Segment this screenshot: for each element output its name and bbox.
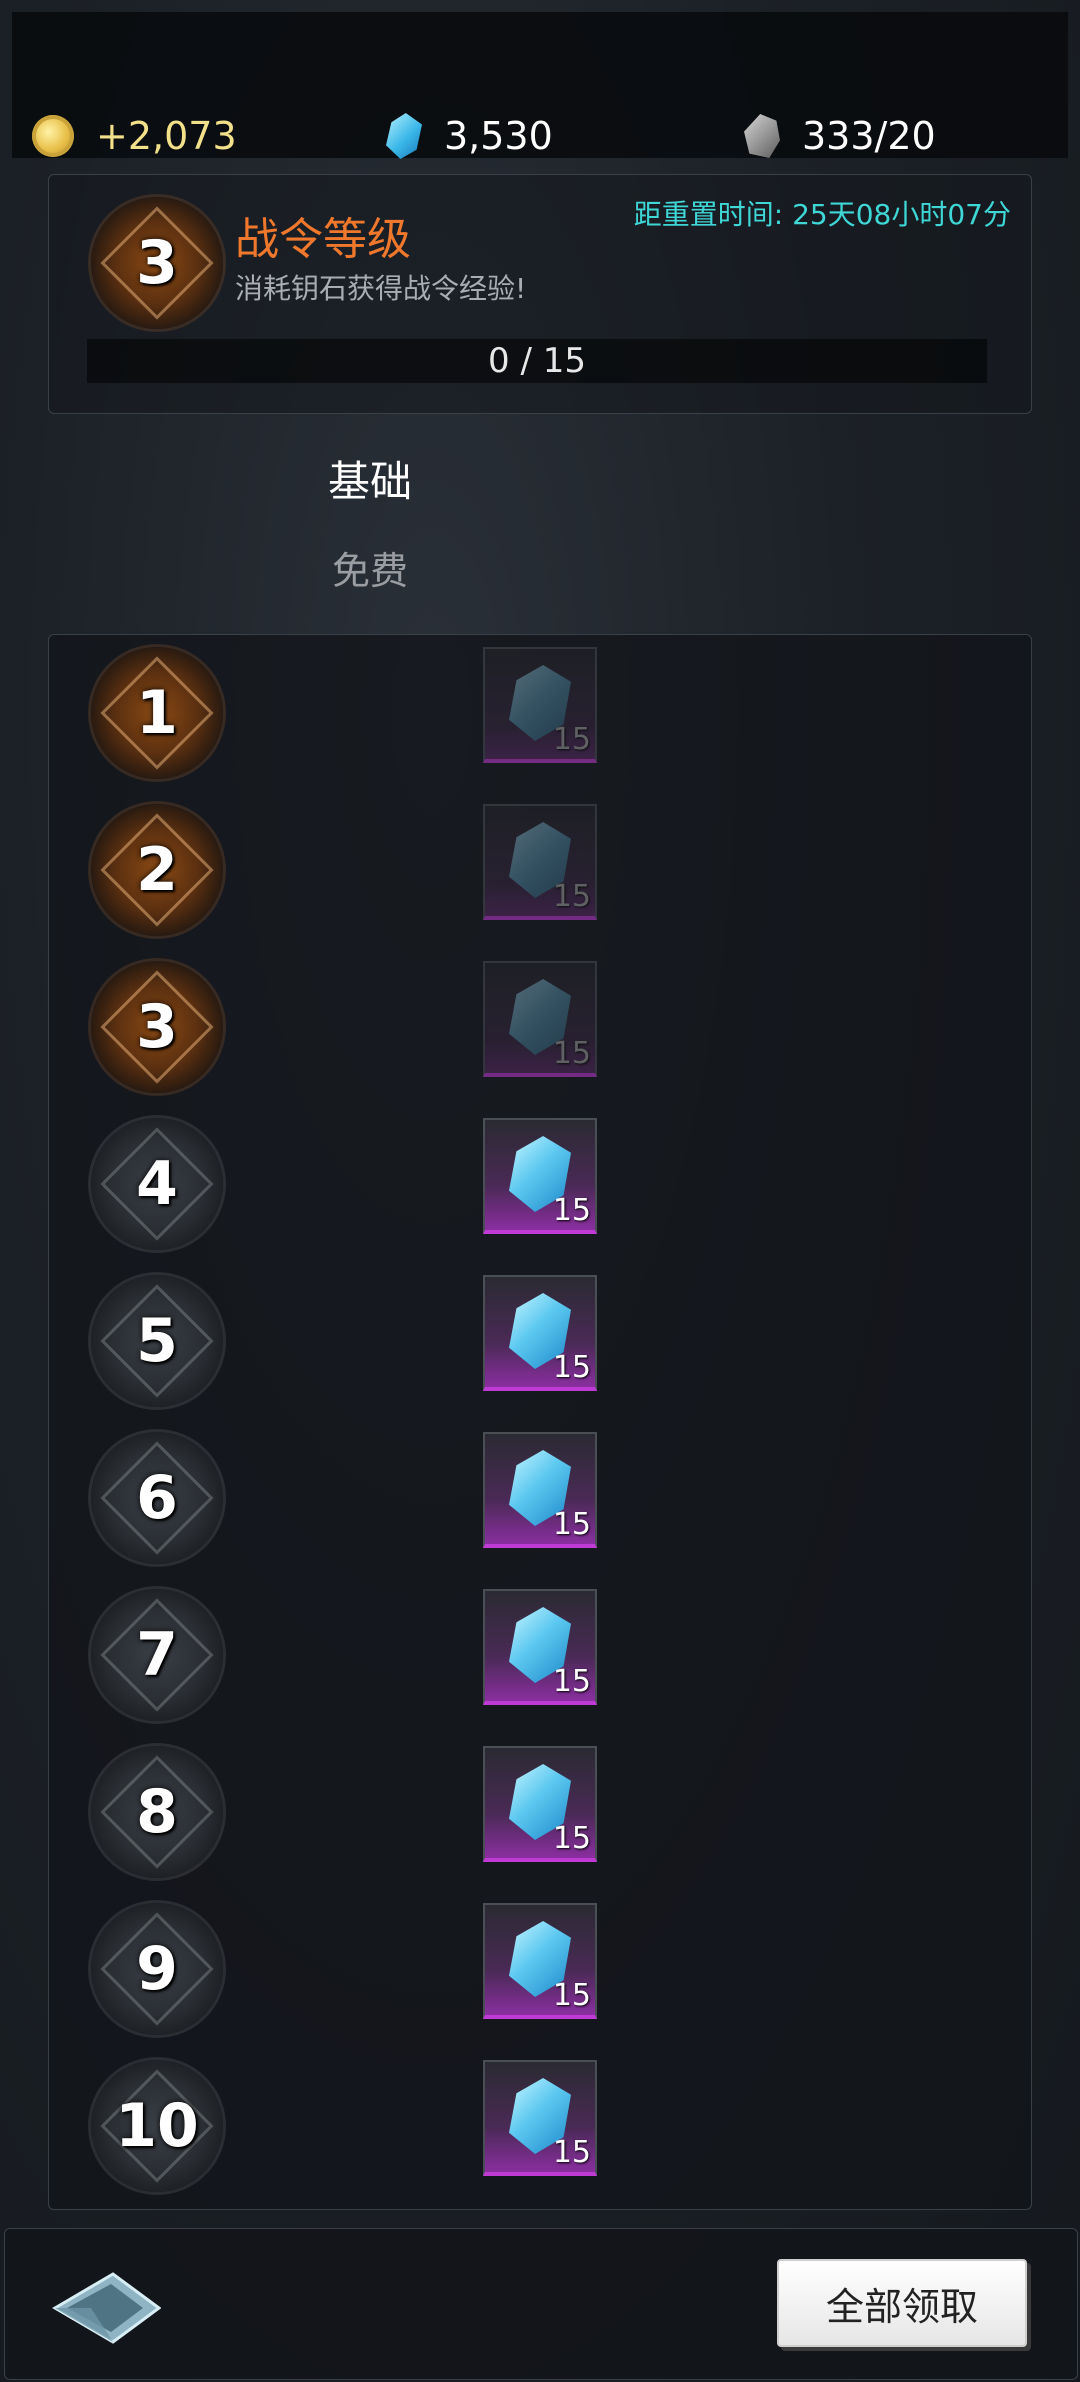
reward-row: 5 15 — [49, 1263, 1031, 1420]
reward-quantity: 15 — [552, 879, 591, 914]
level-badge: 2 — [91, 804, 223, 936]
reward-row: 1 15 — [49, 635, 1031, 792]
stone-value: 333/20 — [802, 114, 936, 158]
reward-row: 8 15 — [49, 1734, 1031, 1891]
reward-quantity: 15 — [552, 1821, 591, 1856]
level-badge: 5 — [91, 1275, 223, 1407]
reward-row: 3 15 — [49, 949, 1031, 1106]
reward-quantity: 15 — [552, 1664, 591, 1699]
level-badge: 6 — [91, 1432, 223, 1564]
reward-quantity: 15 — [552, 1193, 591, 1228]
gem-value: 3,530 — [444, 114, 553, 158]
exp-progress-text: 0 / 15 — [488, 341, 586, 381]
pass-level-panel: 3 战令等级 消耗钥石获得战令经验! 距重置时间: 25天08小时07分 0 /… — [48, 174, 1032, 414]
reward-quantity: 15 — [552, 1978, 591, 2013]
reward-row: 4 15 — [49, 1106, 1031, 1263]
gold-value: +2,073 — [96, 114, 237, 158]
level-badge: 10 — [91, 2060, 223, 2192]
reward-slot[interactable]: 15 — [483, 1118, 597, 1234]
current-level-badge: 3 — [91, 197, 223, 329]
reward-slot[interactable]: 15 — [483, 804, 597, 920]
reward-list[interactable]: 1 15 2 15 3 15 4 15 5 15 6 15 7 15 8 1 5 … — [48, 634, 1032, 2210]
reward-quantity: 15 — [552, 1350, 591, 1385]
level-badge: 7 — [91, 1589, 223, 1721]
level-badge: 4 — [91, 1118, 223, 1250]
reward-slot[interactable]: 15 — [483, 961, 597, 1077]
pass-level-description: 消耗钥石获得战令经验! — [235, 272, 527, 305]
level-number: 9 — [136, 1934, 178, 2004]
current-level-number: 3 — [136, 228, 178, 298]
reward-row: 10 15 — [49, 2048, 1031, 2205]
reward-slot[interactable]: 15 — [483, 1432, 597, 1548]
level-number: 2 — [136, 835, 178, 905]
level-number: 7 — [136, 1620, 178, 1690]
claim-all-button[interactable]: 全部领取 — [777, 2259, 1027, 2347]
bottom-bar: 全部领取 — [4, 2228, 1078, 2380]
back-arrow-icon — [52, 2272, 161, 2344]
level-number: 4 — [136, 1149, 178, 1219]
reward-slot[interactable]: 15 — [483, 1746, 597, 1862]
level-number: 10 — [115, 2091, 199, 2161]
key-stone-icon — [744, 114, 780, 158]
gold-coin-icon — [32, 115, 74, 157]
tier-name: 基础 — [328, 457, 413, 506]
gem-resource: 3,530 — [386, 104, 553, 168]
reward-quantity: 15 — [552, 1036, 591, 1071]
reward-slot[interactable]: 15 — [483, 1589, 597, 1705]
level-number: 1 — [136, 678, 178, 748]
level-badge: 8 — [91, 1746, 223, 1878]
level-number: 3 — [136, 992, 178, 1062]
exp-progress-bar: 0 / 15 — [87, 339, 987, 383]
reward-row: 6 15 — [49, 1420, 1031, 1577]
level-number: 8 — [136, 1777, 178, 1847]
gold-resource: +2,073 — [32, 104, 237, 168]
reward-slot[interactable]: 15 — [483, 647, 597, 763]
level-badge: 1 — [91, 647, 223, 779]
reward-quantity: 15 — [552, 722, 591, 757]
level-number: 5 — [136, 1306, 178, 1376]
pass-level-title: 战令等级 — [235, 214, 411, 265]
reward-row: 2 15 — [49, 792, 1031, 949]
reward-slot[interactable]: 15 — [483, 2060, 597, 2176]
reward-quantity: 15 — [552, 1507, 591, 1542]
reward-quantity: 15 — [552, 2135, 591, 2170]
level-number: 6 — [136, 1463, 178, 1533]
back-button[interactable] — [47, 2267, 165, 2349]
level-badge: 9 — [91, 1903, 223, 2035]
level-badge: 3 — [91, 961, 223, 1093]
reset-countdown: 距重置时间: 25天08小时07分 — [633, 198, 1011, 231]
reward-slot[interactable]: 15 — [483, 1275, 597, 1391]
reward-slot[interactable]: 15 — [483, 1903, 597, 2019]
resource-bar: +2,073 3,530 333/20 — [12, 12, 1068, 159]
reward-row: 9 15 — [49, 1891, 1031, 2048]
reward-row: 7 15 — [49, 1577, 1031, 1734]
stone-resource: 333/20 — [744, 104, 936, 168]
tier-price: 免费 — [332, 549, 409, 593]
blue-gem-icon — [386, 113, 422, 159]
